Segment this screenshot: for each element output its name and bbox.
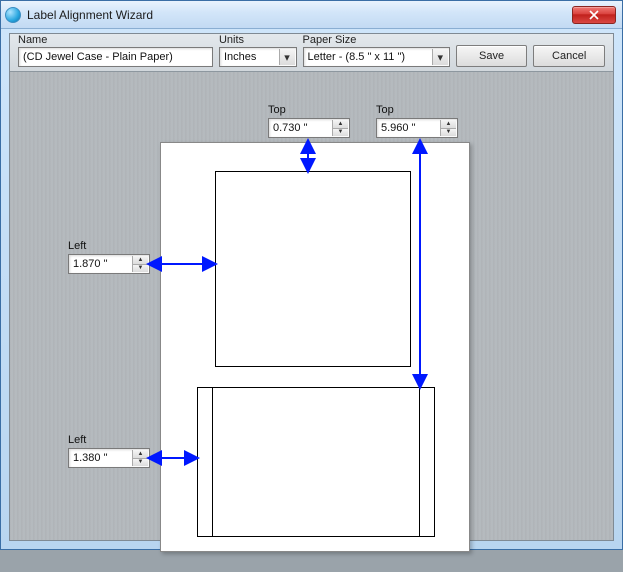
paper-preview xyxy=(160,142,470,552)
top1-value: 0.730 " xyxy=(273,122,308,134)
top2-value: 5.960 " xyxy=(381,122,416,134)
step-up-icon: ▲ xyxy=(133,450,148,459)
step-down-icon: ▼ xyxy=(333,129,348,137)
chevron-down-icon: ▾ xyxy=(279,49,295,65)
save-button[interactable]: Save xyxy=(456,45,528,67)
left1-spinner[interactable]: 1.870 " ▲▼ xyxy=(68,254,150,274)
units-field-group: Units Inches ▾ xyxy=(219,34,297,67)
fold-line-left xyxy=(212,388,213,536)
spinner-stepper[interactable]: ▲▼ xyxy=(440,120,456,136)
label-front[interactable] xyxy=(215,171,411,367)
close-icon xyxy=(589,10,599,20)
titlebar: Label Alignment Wizard xyxy=(1,1,622,29)
content-area: Name (CD Jewel Case - Plain Paper) Units… xyxy=(9,33,614,541)
step-up-icon: ▲ xyxy=(441,120,456,129)
label-alignment-window: Label Alignment Wizard Name (CD Jewel Ca… xyxy=(0,0,623,550)
units-label: Units xyxy=(219,34,297,46)
left2-label: Left xyxy=(68,434,86,446)
top1-spinner[interactable]: 0.730 " ▲▼ xyxy=(268,118,350,138)
top1-label: Top xyxy=(268,104,286,116)
app-icon xyxy=(5,7,21,23)
left1-label: Left xyxy=(68,240,86,252)
left2-spinner[interactable]: 1.380 " ▲▼ xyxy=(68,448,150,468)
chevron-down-icon: ▾ xyxy=(432,49,448,65)
cancel-button[interactable]: Cancel xyxy=(533,45,605,67)
name-field-group: Name (CD Jewel Case - Plain Paper) xyxy=(18,34,213,67)
top2-spinner[interactable]: 5.960 " ▲▼ xyxy=(376,118,458,138)
spinner-stepper[interactable]: ▲▼ xyxy=(132,450,148,466)
units-value: Inches xyxy=(224,51,256,63)
alignment-canvas: Top 0.730 " ▲▼ Top 5.960 " ▲▼ Left 1.870… xyxy=(10,72,613,540)
cancel-button-label: Cancel xyxy=(552,50,586,62)
top-strip: Name (CD Jewel Case - Plain Paper) Units… xyxy=(10,34,613,72)
spinner-stepper[interactable]: ▲▼ xyxy=(332,120,348,136)
step-down-icon: ▼ xyxy=(133,459,148,467)
save-button-label: Save xyxy=(479,50,504,62)
name-value: (CD Jewel Case - Plain Paper) xyxy=(23,51,173,63)
units-select[interactable]: Inches ▾ xyxy=(219,47,297,67)
spinner-stepper[interactable]: ▲▼ xyxy=(132,256,148,272)
paper-size-select[interactable]: Letter - (8.5 " x 11 ") ▾ xyxy=(303,47,450,67)
step-down-icon: ▼ xyxy=(441,129,456,137)
fold-line-right xyxy=(419,388,420,536)
step-up-icon: ▲ xyxy=(333,120,348,129)
label-back[interactable] xyxy=(197,387,435,537)
left1-value: 1.870 " xyxy=(73,258,108,270)
top2-label: Top xyxy=(376,104,394,116)
step-up-icon: ▲ xyxy=(133,256,148,265)
left2-value: 1.380 " xyxy=(73,452,108,464)
step-down-icon: ▼ xyxy=(133,265,148,273)
paper-field-group: Paper Size Letter - (8.5 " x 11 ") ▾ xyxy=(303,34,450,67)
window-title: Label Alignment Wizard xyxy=(27,8,572,22)
name-input[interactable]: (CD Jewel Case - Plain Paper) xyxy=(18,47,213,67)
close-button[interactable] xyxy=(572,6,616,24)
paper-size-value: Letter - (8.5 " x 11 ") xyxy=(308,51,405,63)
paper-size-label: Paper Size xyxy=(303,34,450,46)
name-label: Name xyxy=(18,34,213,46)
